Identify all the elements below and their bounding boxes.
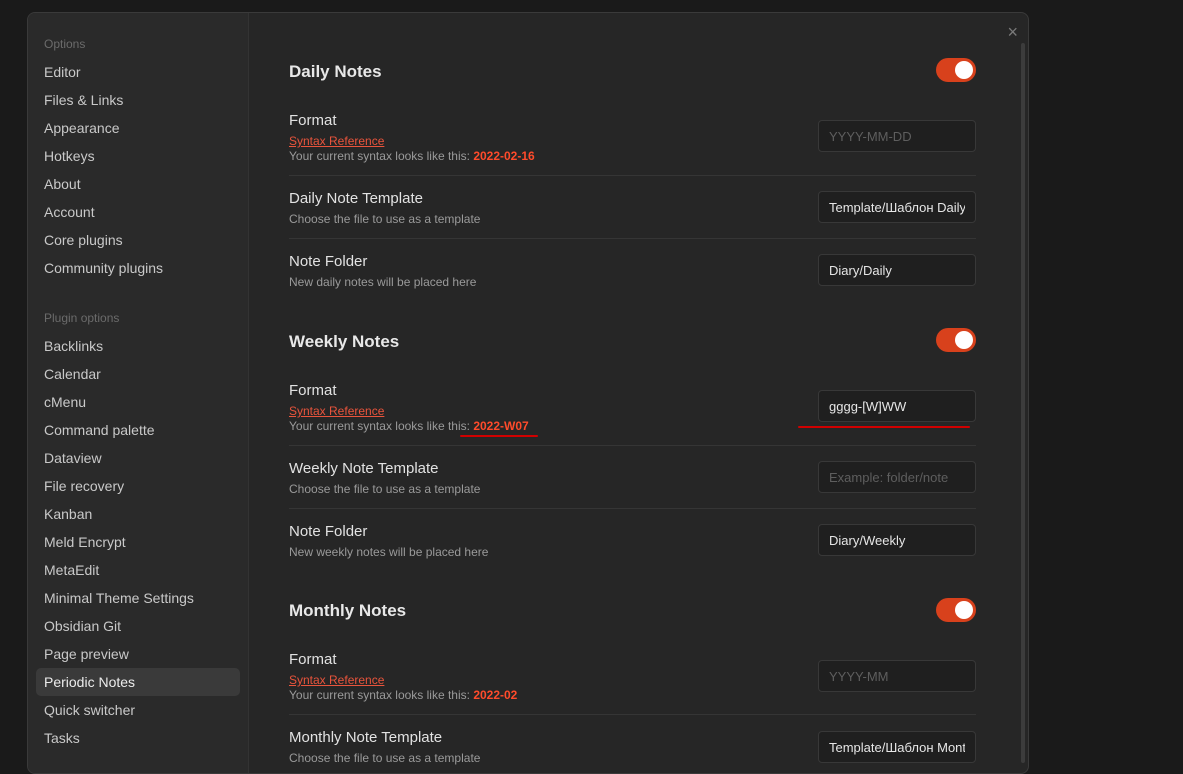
divider (289, 175, 976, 176)
sidebar-item-backlinks[interactable]: Backlinks (36, 332, 240, 360)
close-icon[interactable]: × (1007, 23, 1018, 41)
monthly-notes-toggle[interactable] (936, 598, 976, 622)
sidebar-item-editor[interactable]: Editor (36, 58, 240, 86)
monthly-format-input[interactable] (818, 660, 976, 692)
red-underline-annotation (460, 435, 538, 437)
weekly-template-desc: Choose the file to use as a template (289, 482, 481, 496)
sidebar-item-calendar[interactable]: Calendar (36, 360, 240, 388)
daily-format-label: Format (289, 112, 337, 129)
sidebar-item-meld-encrypt[interactable]: Meld Encrypt (36, 528, 240, 556)
weekly-folder-label: Note Folder (289, 523, 368, 540)
daily-notes-toggle[interactable] (936, 58, 976, 82)
sidebar-item-obsidian-git[interactable]: Obsidian Git (36, 612, 240, 640)
monthly-template-desc: Choose the file to use as a template (289, 751, 481, 765)
sidebar-item-account[interactable]: Account (36, 198, 240, 226)
weekly-notes-toggle[interactable] (936, 328, 976, 352)
settings-sidebar: Options Editor Files & Links Appearance … (28, 13, 249, 773)
settings-modal: Options Editor Files & Links Appearance … (27, 12, 1029, 774)
monthly-template-label: Monthly Note Template (289, 729, 443, 746)
sidebar-item-metaedit[interactable]: MetaEdit (36, 556, 240, 584)
options-heading: Options (44, 37, 86, 51)
scrollbar[interactable] (1021, 43, 1025, 763)
monthly-template-input[interactable] (818, 731, 976, 763)
toggle-knob (955, 331, 973, 349)
weekly-template-input[interactable] (818, 461, 976, 493)
divider (289, 238, 976, 239)
sidebar-item-about[interactable]: About (36, 170, 240, 198)
sidebar-item-periodic-notes[interactable]: Periodic Notes (36, 668, 240, 696)
daily-template-desc: Choose the file to use as a template (289, 212, 481, 226)
weekly-syntax-preview: Your current syntax looks like this: 202… (289, 419, 529, 433)
sidebar-item-minimal-theme-settings[interactable]: Minimal Theme Settings (36, 584, 240, 612)
syntax-preview-prefix: Your current syntax looks like this: (289, 149, 474, 163)
sidebar-item-hotkeys[interactable]: Hotkeys (36, 142, 240, 170)
divider (289, 508, 976, 509)
divider (289, 445, 976, 446)
monthly-format-label: Format (289, 651, 337, 668)
syntax-preview-prefix: Your current syntax looks like this: (289, 688, 474, 702)
weekly-template-label: Weekly Note Template (289, 460, 439, 477)
sidebar-item-community-plugins[interactable]: Community plugins (36, 254, 240, 282)
daily-format-input[interactable] (818, 120, 976, 152)
toggle-knob (955, 61, 973, 79)
syntax-preview-value: 2022-02-16 (473, 149, 535, 163)
daily-folder-input[interactable] (818, 254, 976, 286)
sidebar-item-page-preview[interactable]: Page preview (36, 640, 240, 668)
monthly-syntax-reference-link[interactable]: Syntax Reference (289, 673, 384, 687)
sidebar-item-core-plugins[interactable]: Core plugins (36, 226, 240, 254)
sidebar-item-cmenu[interactable]: cMenu (36, 388, 240, 416)
settings-content: × Daily Notes Format Syntax Reference Yo… (249, 13, 1028, 773)
daily-folder-desc: New daily notes will be placed here (289, 275, 477, 289)
sidebar-item-dataview[interactable]: Dataview (36, 444, 240, 472)
sidebar-item-quick-switcher[interactable]: Quick switcher (36, 696, 240, 724)
daily-syntax-preview: Your current syntax looks like this: 202… (289, 149, 535, 163)
sidebar-item-files-links[interactable]: Files & Links (36, 86, 240, 114)
sidebar-item-appearance[interactable]: Appearance (36, 114, 240, 142)
weekly-format-input[interactable] (818, 390, 976, 422)
syntax-preview-value: 2022-W07 (473, 419, 529, 433)
divider (289, 714, 976, 715)
weekly-folder-input[interactable] (818, 524, 976, 556)
daily-template-label: Daily Note Template (289, 190, 423, 207)
red-underline-annotation (798, 426, 970, 428)
weekly-syntax-reference-link[interactable]: Syntax Reference (289, 404, 384, 418)
syntax-preview-prefix: Your current syntax looks like this: (289, 419, 474, 433)
weekly-notes-heading: Weekly Notes (289, 332, 400, 351)
monthly-notes-heading: Monthly Notes (289, 601, 407, 620)
toggle-knob (955, 601, 973, 619)
plugin-options-heading: Plugin options (44, 311, 120, 325)
sidebar-item-file-recovery[interactable]: File recovery (36, 472, 240, 500)
daily-folder-label: Note Folder (289, 253, 368, 270)
syntax-preview-value: 2022-02 (473, 688, 518, 702)
monthly-syntax-preview: Your current syntax looks like this: 202… (289, 688, 517, 702)
daily-template-input[interactable] (818, 191, 976, 223)
daily-notes-heading: Daily Notes (289, 62, 382, 81)
sidebar-item-tasks[interactable]: Tasks (36, 724, 240, 752)
weekly-folder-desc: New weekly notes will be placed here (289, 545, 489, 559)
weekly-format-label: Format (289, 382, 337, 399)
daily-syntax-reference-link[interactable]: Syntax Reference (289, 134, 384, 148)
sidebar-item-command-palette[interactable]: Command palette (36, 416, 240, 444)
sidebar-item-kanban[interactable]: Kanban (36, 500, 240, 528)
